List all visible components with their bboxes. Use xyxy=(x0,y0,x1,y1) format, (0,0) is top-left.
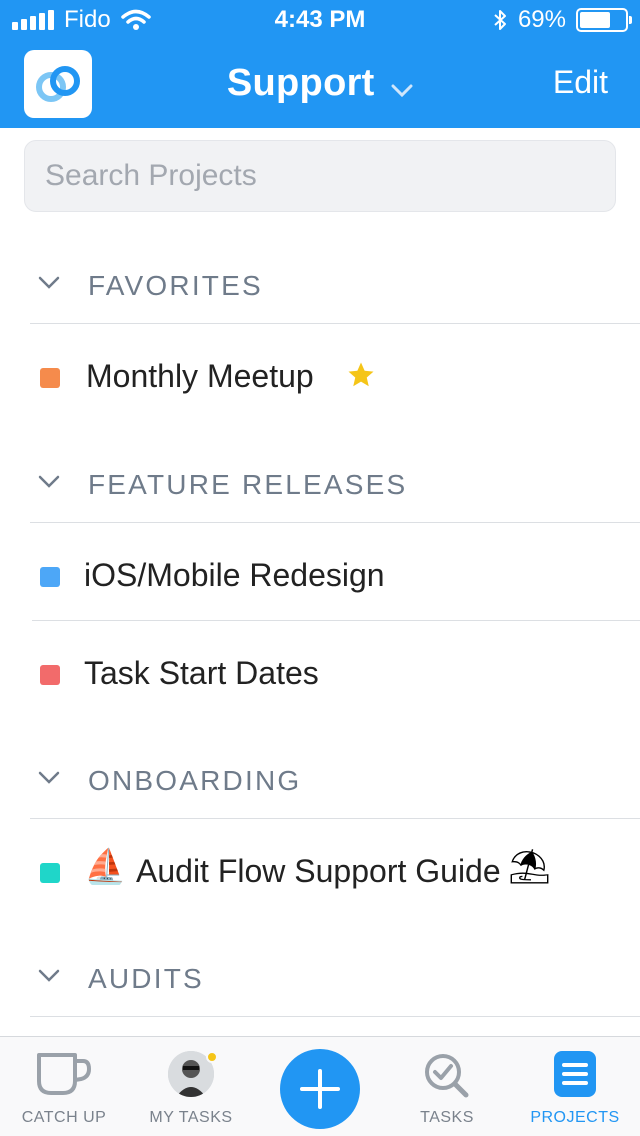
divider xyxy=(30,522,640,523)
project-name: Task Start Dates xyxy=(84,655,319,691)
list-icon xyxy=(554,1051,596,1097)
divider xyxy=(32,620,640,621)
project-name: iOS/Mobile Redesign xyxy=(84,557,385,593)
divider xyxy=(30,1016,640,1017)
section-label: ONBOARDING xyxy=(88,765,302,796)
tab-label: MY TASKS xyxy=(149,1109,233,1126)
page-title: Support xyxy=(226,62,375,104)
search-input[interactable] xyxy=(25,141,615,211)
plus-icon xyxy=(300,1069,340,1109)
battery-percent: 69% xyxy=(517,6,566,33)
tab-label: TASKS xyxy=(420,1109,474,1126)
section-label: FEATURE RELEASES xyxy=(88,469,408,500)
notification-dot xyxy=(206,1051,218,1063)
workspace-switcher[interactable]: Support xyxy=(0,62,640,105)
avatar-wrap xyxy=(168,1051,218,1097)
section-label: FAVORITES xyxy=(88,270,263,301)
cup-icon xyxy=(37,1053,91,1095)
tab-projects[interactable]: PROJECTS xyxy=(511,1037,639,1136)
top-bar: Fido 4:43 PM 69% Support Edit xyxy=(0,0,640,128)
star-icon[interactable] xyxy=(346,360,376,390)
section-label: AUDITS xyxy=(88,963,204,994)
status-right: 69% xyxy=(492,6,632,34)
chevron-down-icon xyxy=(38,475,60,488)
section-header-feature-releases[interactable]: FEATURE RELEASES xyxy=(0,445,640,525)
project-color-swatch xyxy=(40,665,60,685)
chevron-down-icon xyxy=(38,771,60,784)
project-name: Audit Flow Support Guide xyxy=(136,853,501,889)
chevron-down-icon xyxy=(38,969,60,982)
project-row-audit-flow-support-guide[interactable]: ⛵ Audit Flow Support Guide ⛱ xyxy=(0,823,640,919)
tab-tasks[interactable]: TASKS xyxy=(383,1037,511,1136)
edit-button[interactable]: Edit xyxy=(553,64,608,101)
project-row-ios-mobile-redesign[interactable]: iOS/Mobile Redesign xyxy=(0,527,640,623)
beach-umbrella-icon: ⛱ xyxy=(508,848,552,886)
chevron-down-icon xyxy=(391,84,413,97)
section-header-audits[interactable]: AUDITS xyxy=(0,939,640,1019)
section-header-onboarding[interactable]: ONBOARDING xyxy=(0,741,640,821)
project-name: Monthly Meetup xyxy=(86,358,314,394)
project-row-monthly-meetup[interactable]: Monthly Meetup xyxy=(0,328,640,424)
project-color-swatch xyxy=(40,863,60,883)
project-color-swatch xyxy=(40,368,60,388)
tab-bar: CATCH UP MY TASKS TASKS PROJECTS xyxy=(0,1036,640,1136)
project-color-swatch xyxy=(40,567,60,587)
bluetooth-icon xyxy=(494,10,506,30)
status-bar: Fido 4:43 PM 69% xyxy=(0,0,640,40)
add-button[interactable] xyxy=(280,1049,360,1129)
divider xyxy=(30,818,640,819)
chevron-down-icon xyxy=(38,276,60,289)
project-row-task-start-dates[interactable]: Task Start Dates xyxy=(0,625,640,721)
search-check-icon xyxy=(425,1054,469,1098)
tab-label: CATCH UP xyxy=(21,1109,107,1126)
tab-catch-up[interactable]: CATCH UP xyxy=(0,1037,128,1136)
battery-icon xyxy=(576,8,632,32)
divider xyxy=(30,323,640,324)
sailboat-icon: ⛵ xyxy=(84,848,127,886)
tab-my-tasks[interactable]: MY TASKS xyxy=(127,1037,255,1136)
tab-label: PROJECTS xyxy=(530,1109,620,1126)
section-header-favorites[interactable]: FAVORITES xyxy=(0,246,640,326)
search-box[interactable] xyxy=(24,140,616,212)
